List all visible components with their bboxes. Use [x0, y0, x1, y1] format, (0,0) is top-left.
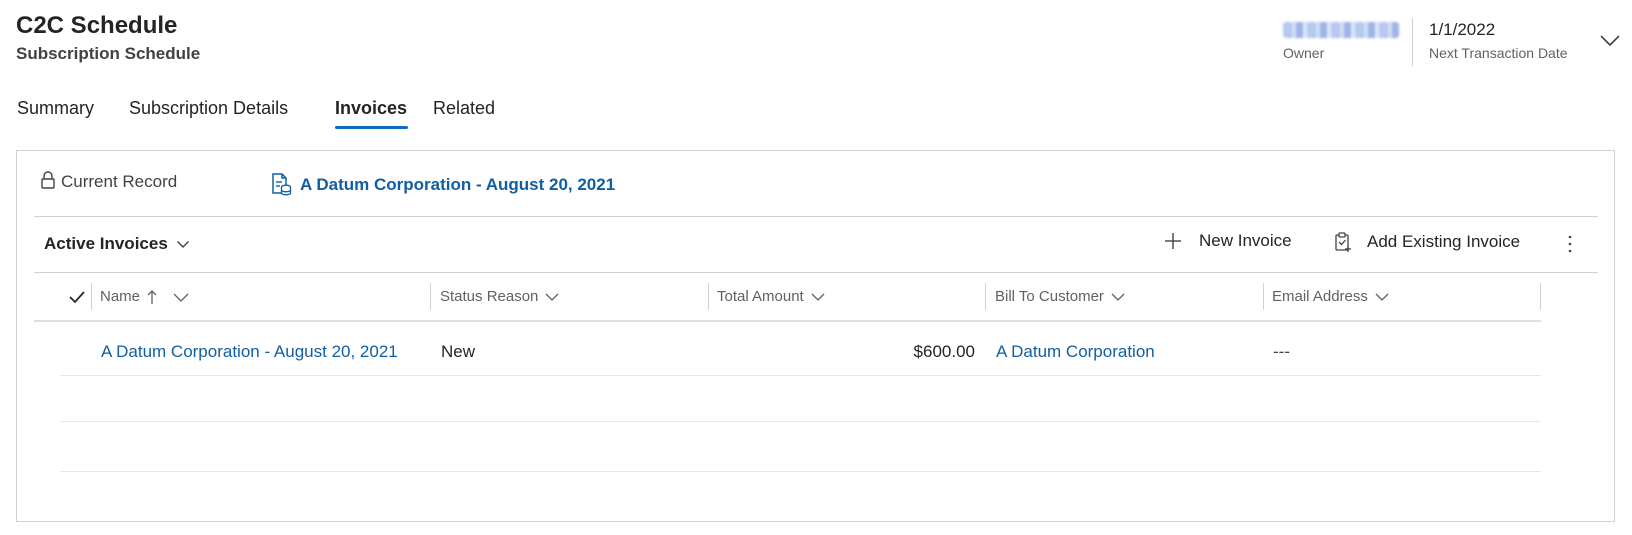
tab-related[interactable]: Related	[433, 98, 495, 119]
plus-icon	[1165, 233, 1181, 249]
tab-summary[interactable]: Summary	[17, 98, 94, 119]
chevron-down-icon	[173, 293, 189, 302]
column-header-email-address[interactable]: Email Address	[1272, 288, 1390, 305]
checkmark-icon	[69, 291, 85, 304]
total-amount-cell: $600.00	[913, 342, 975, 361]
column-divider	[430, 283, 431, 310]
invoices-subgrid-panel	[16, 150, 1615, 522]
chevron-down-icon	[1111, 293, 1125, 301]
row-divider	[60, 375, 1541, 376]
header-divider	[1412, 18, 1413, 66]
divider	[34, 216, 1598, 217]
column-header-name[interactable]: Name	[100, 288, 190, 305]
column-header-total-amount[interactable]: Total Amount	[717, 288, 826, 305]
chevron-down-icon	[1600, 35, 1620, 47]
more-vertical-icon	[1568, 235, 1572, 253]
active-tab-indicator	[335, 126, 408, 129]
chevron-down-icon	[545, 293, 559, 301]
column-header-label: Bill To Customer	[995, 288, 1104, 305]
row-divider	[60, 471, 1541, 472]
select-all-checkbox[interactable]	[68, 289, 86, 305]
bill-to-customer-link[interactable]: A Datum Corporation	[996, 342, 1155, 362]
column-header-label: Email Address	[1272, 288, 1368, 305]
invoice-name-link[interactable]: A Datum Corporation - August 20, 2021	[101, 342, 398, 362]
next-transaction-date-value: 1/1/2022	[1429, 20, 1496, 39]
add-existing-icon	[1335, 232, 1351, 252]
lock-icon	[40, 170, 56, 190]
record-icon	[270, 172, 292, 196]
column-header-label: Total Amount	[717, 288, 804, 305]
current-record-label: Current Record	[61, 172, 178, 191]
next-transaction-date-label: Next Transaction Date	[1429, 45, 1568, 61]
current-record-link[interactable]: A Datum Corporation - August 20, 2021	[300, 175, 615, 195]
view-selector[interactable]: Active Invoices	[44, 234, 190, 254]
new-invoice-button[interactable]: New Invoice	[1163, 231, 1292, 251]
chevron-down-icon	[811, 293, 825, 301]
more-commands-button[interactable]	[1563, 232, 1577, 256]
row-divider	[60, 421, 1541, 422]
divider	[34, 272, 1598, 273]
header-expand-button[interactable]	[1598, 30, 1622, 52]
email-address-cell: ---	[1273, 342, 1290, 361]
grid-header-divider	[34, 320, 1541, 322]
new-invoice-label: New Invoice	[1199, 231, 1292, 250]
add-existing-invoice-button[interactable]: Add Existing Invoice	[1333, 231, 1520, 253]
chevron-down-icon	[176, 241, 189, 248]
column-divider	[1263, 283, 1264, 310]
column-divider	[985, 283, 986, 310]
column-divider	[91, 283, 92, 310]
column-divider	[1540, 283, 1541, 310]
column-header-status-reason[interactable]: Status Reason	[440, 288, 560, 305]
column-divider	[708, 283, 709, 310]
owner-name-blurred[interactable]	[1283, 22, 1399, 38]
tab-invoices[interactable]: Invoices	[335, 98, 407, 119]
sort-up-icon	[147, 289, 157, 304]
status-reason-cell: New	[441, 342, 476, 361]
view-name: Active Invoices	[44, 234, 168, 253]
page-title: C2C Schedule	[16, 12, 178, 39]
column-header-label: Status Reason	[440, 288, 539, 305]
chevron-down-icon	[1375, 293, 1389, 301]
column-header-bill-to-customer[interactable]: Bill To Customer	[995, 288, 1126, 305]
tab-subscription-details[interactable]: Subscription Details	[129, 98, 288, 119]
add-existing-invoice-label: Add Existing Invoice	[1367, 232, 1521, 251]
owner-label: Owner	[1283, 45, 1325, 61]
column-header-label: Name	[100, 288, 141, 305]
entity-type-label: Subscription Schedule	[16, 44, 201, 63]
